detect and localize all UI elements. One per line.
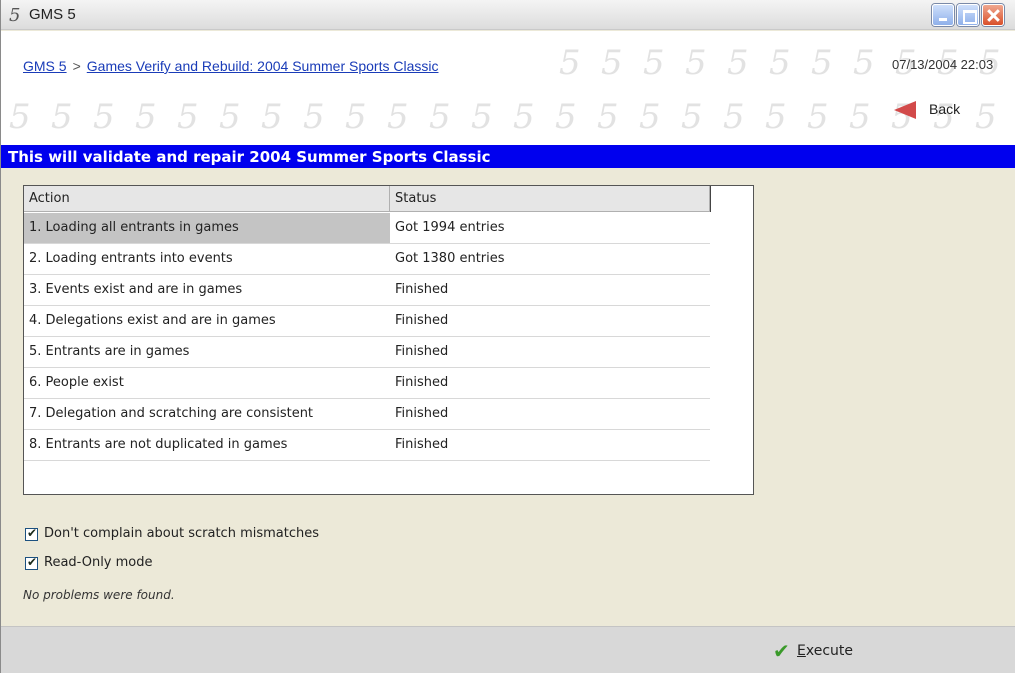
action-cell: 3. Events exist and are in games <box>29 282 243 297</box>
table-row[interactable]: 3. Events exist and are in games Finishe… <box>24 275 710 306</box>
status-cell: Finished <box>395 282 449 297</box>
watermark-glyph: 5 <box>93 97 115 137</box>
status-cell: Finished <box>395 313 449 328</box>
watermark-glyph: 5 <box>639 97 661 137</box>
watermark-glyph: 5 <box>597 97 619 137</box>
watermark-glyph: 5 <box>303 97 325 137</box>
watermark-glyph: 5 <box>975 97 997 137</box>
column-header-status[interactable]: Status <box>390 186 711 212</box>
table-header: Action Status <box>24 186 711 212</box>
watermark-glyph: 5 <box>681 97 703 137</box>
checkmark-icon: ✔ <box>773 639 790 663</box>
close-button[interactable] <box>982 4 1004 26</box>
watermark-glyph: 5 <box>135 97 157 137</box>
table-row[interactable]: 5. Entrants are in games Finished <box>24 337 710 368</box>
action-cell: 8. Entrants are not duplicated in games <box>29 437 288 452</box>
watermark-glyph: 5 <box>727 43 749 83</box>
status-cell: Got 1380 entries <box>395 251 505 266</box>
watermark-glyph: 5 <box>513 97 535 137</box>
status-cell: Finished <box>395 437 449 452</box>
breadcrumb: GMS 5 > Games Verify and Rebuild: 2004 Sum… <box>23 58 438 74</box>
gms-logo-icon: 5 <box>9 5 21 26</box>
watermark-glyph: 5 <box>9 97 31 137</box>
table-row[interactable]: 2. Loading entrants into events Got 1380… <box>24 244 710 275</box>
table-row[interactable]: 8. Entrants are not duplicated in games … <box>24 430 710 461</box>
maximize-button[interactable] <box>957 4 979 26</box>
watermark-glyph: 5 <box>849 97 871 137</box>
watermark-glyph: 5 <box>219 97 241 137</box>
breadcrumb-separator: > <box>72 58 81 74</box>
back-label: Back <box>929 101 961 117</box>
status-cell: Finished <box>395 375 449 390</box>
action-cell: 7. Delegation and scratching are consist… <box>29 406 314 421</box>
watermark-glyph: 5 <box>345 97 367 137</box>
watermark-glyph: 5 <box>601 43 623 83</box>
window-title: GMS 5 <box>29 6 76 23</box>
status-message: No problems were found. <box>23 588 175 602</box>
table-row[interactable]: 4. Delegations exist and are in games Fi… <box>24 306 710 337</box>
watermark-glyph: 5 <box>807 97 829 137</box>
watermark-glyph: 5 <box>51 97 73 137</box>
watermark-glyph: 5 <box>643 43 665 83</box>
watermark-glyph: 5 <box>853 43 875 83</box>
action-cell: 2. Loading entrants into events <box>29 251 233 266</box>
watermark-glyph: 5 <box>769 43 791 83</box>
watermark-glyph: 5 <box>811 43 833 83</box>
watermark-glyph: 5 <box>685 43 707 83</box>
footer-bar: ✔ Execute <box>1 626 1015 673</box>
watermark-glyph: 5 <box>387 97 409 137</box>
status-cell: Finished <box>395 406 449 421</box>
watermark-glyph: 5 <box>723 97 745 137</box>
title-bar[interactable]: 5 GMS 5 <box>1 0 1015 30</box>
watermark-glyph: 5 <box>559 43 581 83</box>
app-window: 5 GMS 5 55555555555555555555555555555555… <box>0 0 1015 673</box>
action-cell: 6. People exist <box>29 375 124 390</box>
watermark-glyph: 5 <box>555 97 577 137</box>
status-cell: Got 1994 entries <box>395 220 505 235</box>
watermark-glyph: 5 <box>471 97 493 137</box>
column-header-action[interactable]: Action <box>24 186 390 212</box>
back-arrow-icon <box>894 101 916 119</box>
scratch-mismatch-label: Don't complain about scratch mismatches <box>44 526 320 541</box>
page-header: 55555555555555555555555555555555555 GMS … <box>1 31 1015 145</box>
read-only-label: Read-Only mode <box>44 555 153 570</box>
status-cell: Finished <box>395 344 449 359</box>
table-row[interactable]: 1. Loading all entrants in games Got 199… <box>24 213 710 244</box>
execute-label: Execute <box>797 643 853 659</box>
breadcrumb-page-link[interactable]: Games Verify and Rebuild: 2004 Summer Sp… <box>87 58 439 74</box>
watermark-glyph: 5 <box>177 97 199 137</box>
watermark-glyph: 5 <box>765 97 787 137</box>
minimize-button[interactable] <box>932 4 954 26</box>
checkbox-checked-icon[interactable] <box>25 526 38 541</box>
watermark-glyph: 5 <box>429 97 451 137</box>
logo-watermark: 55555555555555555555555555555555555 <box>1 31 1015 145</box>
watermark-glyph: 5 <box>261 97 283 137</box>
action-cell: 1. Loading all entrants in games <box>24 213 390 243</box>
action-cell: 5. Entrants are in games <box>29 344 190 359</box>
checkbox-checked-icon[interactable] <box>25 555 38 570</box>
table-row[interactable]: 7. Delegation and scratching are consist… <box>24 399 710 430</box>
table-row[interactable]: 6. People exist Finished <box>24 368 710 399</box>
timestamp: 07/13/2004 22:03 <box>892 57 994 72</box>
action-cell: 4. Delegations exist and are in games <box>29 313 276 328</box>
page-banner: This will validate and repair 2004 Summe… <box>1 145 1015 168</box>
action-status-table: Action Status 1. Loading all entrants in… <box>23 185 754 495</box>
breadcrumb-home-link[interactable]: GMS 5 <box>23 58 67 74</box>
